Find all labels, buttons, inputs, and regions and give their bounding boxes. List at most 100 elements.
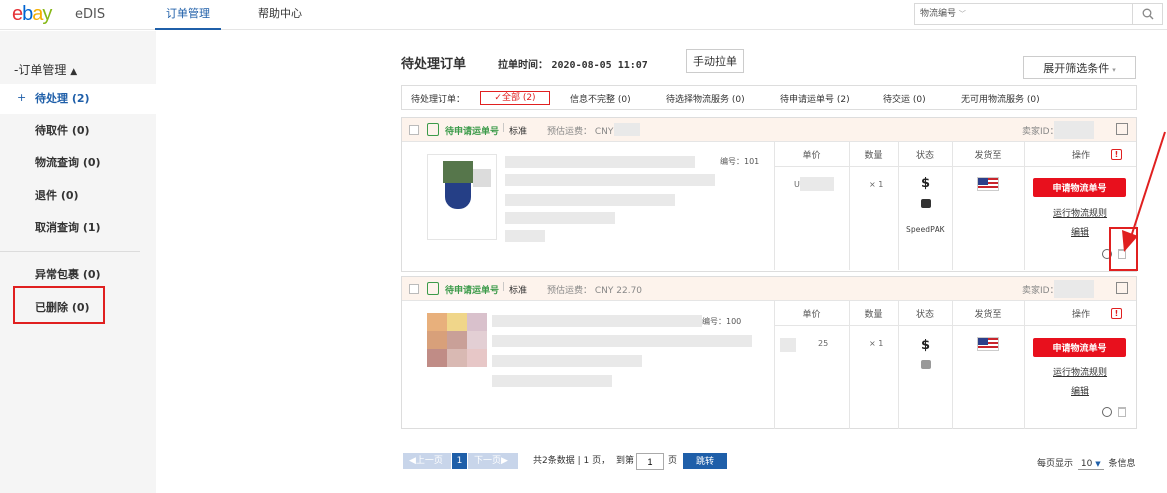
goto-label: 到第 (616, 456, 635, 466)
sidebar-item-awaiting-pickup[interactable]: 待取件 (0) (0, 116, 156, 146)
search-icon (1142, 8, 1153, 20)
product-thumbnail[interactable] (427, 154, 497, 240)
edit-icon[interactable] (1116, 282, 1128, 294)
sidebar-item-tracking[interactable]: 物流查询 (0) (0, 148, 156, 178)
tab-order-management[interactable]: 订单管理 (155, 0, 221, 30)
column-status: 状态 (915, 151, 934, 161)
order-checkbox[interactable] (409, 284, 419, 294)
column-divider (952, 142, 953, 270)
tab-help-center[interactable]: 帮助中心 (258, 0, 302, 30)
order-status: 待申请运单号 (445, 127, 500, 137)
apply-tracking-button[interactable]: 申请物流单号 (1033, 338, 1126, 357)
status-filter-apply-tracking[interactable]: 待申请运单号 (2) (780, 92, 850, 105)
arrow-left-icon: ◀ (409, 456, 416, 466)
page-unit-label: 页 (668, 456, 678, 466)
per-page-select[interactable]: 10 ▼ (1077, 459, 1104, 470)
warning-icon[interactable]: ! (1111, 308, 1122, 319)
blurred-sku (492, 375, 612, 387)
next-page-button[interactable]: 下一页▶ (468, 453, 518, 469)
ebay-logo[interactable]: ebay (12, 3, 52, 26)
column-divider (774, 142, 775, 270)
shipping-estimate-label: 预估运费： (547, 286, 593, 296)
dollar-icon: $ (921, 338, 931, 353)
status-filter-incomplete[interactable]: 信息不完整 (0) (570, 92, 631, 105)
edit-link[interactable]: 编辑 (1071, 384, 1089, 397)
sidebar-item-cancel-queries[interactable]: 取消查询 (1) (0, 213, 156, 243)
column-divider (1024, 142, 1025, 270)
order-type: 标准 (509, 286, 528, 296)
logo-letter: y (42, 3, 52, 25)
per-page-value: 10 (1080, 459, 1093, 469)
shipping-estimate-value: CNY 22.70 (594, 286, 643, 296)
order-checkbox[interactable] (409, 125, 419, 135)
pull-time: 拉单时间： 2020-08-05 11:07 (498, 56, 648, 71)
sidebar-heading[interactable]: -订单管理 ▲ (14, 61, 77, 78)
product-thumbnail[interactable] (427, 313, 487, 383)
search-type-select[interactable]: 物流编号 ﹀ (914, 3, 972, 25)
goto-page-input[interactable] (636, 453, 664, 470)
history-icon[interactable] (1102, 407, 1112, 417)
status-filter-no-service[interactable]: 无可用物流服务 (0) (961, 92, 1040, 105)
pull-time-value: 2020-08-05 11:07 (551, 60, 648, 71)
status-filter-awaiting-handover[interactable]: 待交运 (0) (883, 92, 926, 105)
status-filter-all-label: 全部 (2) (501, 93, 536, 103)
run-shipping-rules-link[interactable]: 运行物流规则 (1053, 365, 1107, 378)
column-unit-price: 单价 (802, 151, 821, 161)
blurred-sku (505, 212, 615, 224)
item-number: 编号：101 (720, 157, 760, 166)
status-filter-select-service[interactable]: 待选择物流服务 (0) (666, 92, 745, 105)
order-type: 标准 (509, 127, 528, 137)
label-icon (427, 123, 439, 136)
per-page-control: 每页显示 10 ▼ 条信息 (1037, 456, 1136, 470)
annotation-arrow (1122, 131, 1166, 252)
search-button[interactable] (1133, 3, 1163, 25)
triangle-up-icon: ▲ (70, 67, 78, 77)
edit-link[interactable]: 编辑 (1071, 225, 1089, 238)
expand-filter-button[interactable]: 展开筛选条件 ▾ (1023, 56, 1136, 79)
trash-icon[interactable] (1118, 407, 1126, 417)
prev-page-label: 上一页 (415, 456, 443, 466)
order-card: 待申请运单号 | 标准 预估运费： CNY 22.70 卖家ID： 编号：100 (401, 276, 1137, 429)
blurred-title (505, 174, 715, 186)
blurred-seller-id (1054, 121, 1094, 139)
item-number: 编号：100 (702, 317, 742, 326)
us-flag-icon (977, 177, 999, 191)
logo-letter: b (22, 3, 33, 25)
prev-page-button[interactable]: ◀上一页 (403, 453, 451, 469)
column-divider (898, 301, 899, 429)
package-icon (921, 199, 931, 208)
search-input[interactable] (971, 3, 1133, 25)
shipping-estimate: 预估运费： CNY (547, 124, 613, 137)
sidebar-item-label: 待处理 (2) (35, 92, 90, 105)
per-page-unit: 条信息 (1108, 459, 1136, 469)
sidebar-divider (0, 251, 140, 252)
sidebar: -订单管理 ▲ + 待处理 (2) 待取件 (0) 物流查询 (0) 退件 (0… (0, 31, 156, 493)
blurred-sku (492, 355, 642, 367)
status-filter-bar: 待处理订单： ✓全部 (2) 信息不完整 (0) 待选择物流服务 (0) 待申请… (401, 85, 1137, 110)
column-divider (849, 301, 850, 429)
manual-pull-button[interactable]: 手动拉单 (686, 49, 744, 73)
shipping-estimate-value: CNY (594, 127, 614, 137)
sidebar-item-returns[interactable]: 退件 (0) (0, 181, 156, 211)
blurred-title (492, 315, 702, 327)
blurred-title (505, 156, 695, 168)
chevron-down-icon: ▾ (1112, 66, 1116, 74)
package-icon (921, 360, 931, 369)
column-status: 状态 (915, 310, 934, 320)
app-name: eDIS (75, 7, 106, 22)
sidebar-item-pending[interactable]: + 待处理 (2) (0, 84, 156, 114)
page-number-current[interactable]: 1 (452, 453, 467, 469)
column-ship-to: 发货至 (974, 310, 1002, 320)
order-status: 待申请运单号 (445, 286, 500, 296)
status-filter-all[interactable]: ✓全部 (2) (480, 91, 550, 105)
run-shipping-rules-link[interactable]: 运行物流规则 (1053, 206, 1107, 219)
goto-page-button[interactable]: 跳转 (683, 453, 727, 469)
dollar-icon: $ (921, 176, 931, 191)
blurred-title (492, 335, 752, 347)
blurred-sku (505, 194, 675, 206)
unit-price: 25 (818, 339, 829, 348)
top-navbar: ebay eDIS 订单管理 帮助中心 物流编号 ﹀ (0, 0, 1167, 30)
label-icon (427, 282, 439, 295)
apply-tracking-button[interactable]: 申请物流单号 (1033, 178, 1126, 197)
shipping-service: SpeedPAK (906, 225, 945, 234)
